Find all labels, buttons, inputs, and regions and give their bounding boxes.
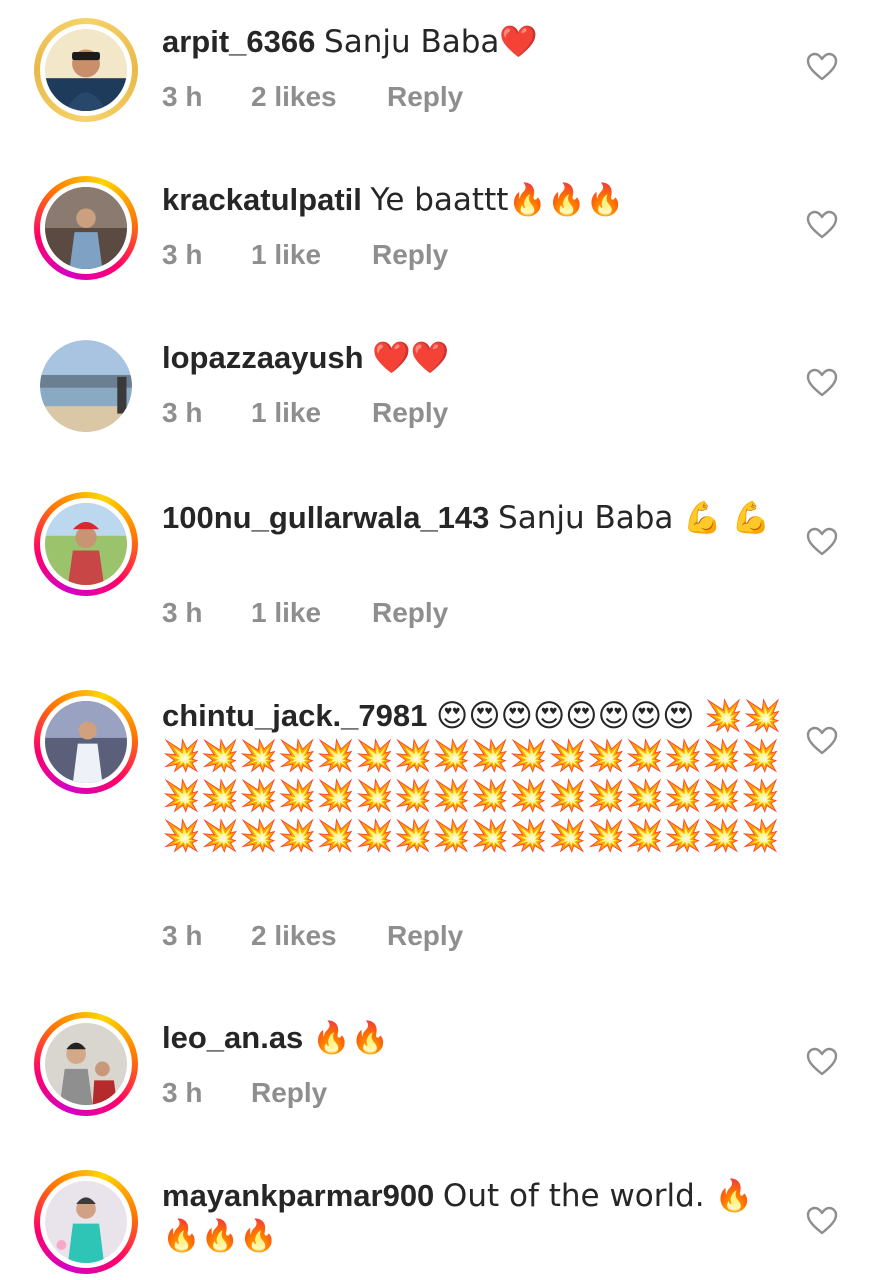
- comment-text: Sanju Baba 💪 💪: [498, 500, 771, 536]
- comment-username[interactable]: 100nu_gullarwala_143: [162, 500, 489, 535]
- avatar-photo: [40, 340, 132, 432]
- comment-time: 3 h: [162, 397, 203, 428]
- reply-button[interactable]: Reply: [387, 920, 463, 952]
- avatar-photo: [45, 1181, 127, 1263]
- like-button[interactable]: [806, 527, 838, 557]
- comment-text: ❤️❤️: [372, 340, 450, 376]
- comment-likes[interactable]: 1 like: [251, 597, 321, 629]
- comment-text: Ye baattt🔥🔥🔥: [370, 182, 625, 218]
- heart-outline-icon: [806, 210, 838, 239]
- like-button[interactable]: [806, 52, 838, 82]
- like-button[interactable]: [806, 210, 838, 240]
- heart-outline-icon: [806, 52, 838, 81]
- avatar-photo: [45, 503, 127, 585]
- avatar-photo: [45, 29, 127, 111]
- like-button[interactable]: [806, 368, 838, 398]
- heart-outline-icon: [806, 726, 838, 755]
- avatar[interactable]: [34, 18, 138, 122]
- comment-username[interactable]: mayankparmar900: [162, 1178, 434, 1213]
- comment-likes[interactable]: 2 likes: [251, 81, 337, 113]
- heart-outline-icon: [806, 1047, 838, 1076]
- reply-button[interactable]: Reply: [387, 81, 463, 113]
- comment-time: 3 h: [162, 1077, 203, 1108]
- reply-button[interactable]: Reply: [251, 1077, 327, 1109]
- heart-outline-icon: [806, 527, 838, 556]
- comment-username[interactable]: krackatulpatil: [162, 182, 362, 217]
- avatar[interactable]: [34, 176, 138, 280]
- avatar[interactable]: [34, 1012, 138, 1116]
- like-button[interactable]: [806, 726, 838, 756]
- avatar-photo: [45, 1023, 127, 1105]
- comment-likes[interactable]: 2 likes: [251, 920, 337, 952]
- avatar-photo: [45, 701, 127, 783]
- avatar[interactable]: [34, 1170, 138, 1274]
- avatar[interactable]: [34, 492, 138, 596]
- comment-username[interactable]: arpit_6366: [162, 24, 315, 59]
- reply-button[interactable]: Reply: [372, 597, 448, 629]
- avatar[interactable]: [40, 340, 132, 432]
- heart-outline-icon: [806, 368, 838, 397]
- like-button[interactable]: [806, 1206, 838, 1236]
- comment-username[interactable]: leo_an.as: [162, 1020, 303, 1055]
- avatar-photo: [45, 187, 127, 269]
- comment-username[interactable]: lopazzaayush: [162, 340, 364, 375]
- comment-likes[interactable]: 1 like: [251, 239, 321, 271]
- comment-time: 3 h: [162, 239, 203, 270]
- heart-outline-icon: [806, 1206, 838, 1235]
- like-button[interactable]: [806, 1047, 838, 1077]
- comment-time: 3 h: [162, 81, 203, 112]
- comment-time: 3 h: [162, 920, 203, 951]
- avatar[interactable]: [34, 690, 138, 794]
- comment-username[interactable]: chintu_jack._7981: [162, 698, 427, 733]
- comment-likes[interactable]: 1 like: [251, 397, 321, 429]
- comment-time: 3 h: [162, 597, 203, 628]
- comment-text: Sanju Baba❤️: [324, 24, 538, 60]
- comment-text: 🔥🔥: [311, 1020, 390, 1056]
- reply-button[interactable]: Reply: [372, 397, 448, 429]
- reply-button[interactable]: Reply: [372, 239, 448, 271]
